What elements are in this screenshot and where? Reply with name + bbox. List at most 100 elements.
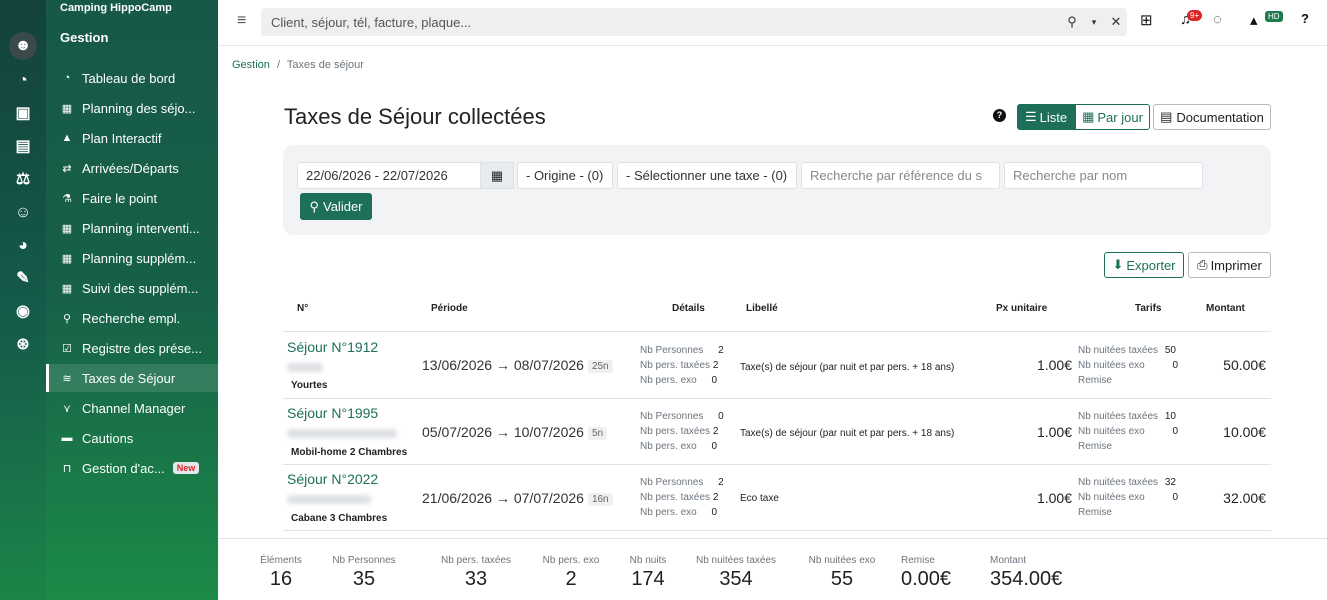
book-icon: ▤ (1160, 109, 1173, 124)
sidebar-section-title: Gestion (60, 30, 109, 45)
stay-period: 21/06/2026 → 07/07/2026 16n (422, 490, 613, 506)
money-icon: ≋ (62, 372, 72, 385)
row-amount: 10.00€ (1223, 424, 1266, 440)
sidebar-item-interactive-map[interactable]: ▲ Plan Interactif (46, 124, 218, 152)
blurred-client-name (287, 495, 371, 504)
chat-icon[interactable]: ◌ (1213, 11, 1222, 28)
breadcrumb-root-link[interactable]: Gestion (232, 59, 270, 71)
tax-select[interactable]: - Sélectionner une taxe - (0) (617, 162, 797, 189)
header-divider (283, 331, 1271, 332)
tax-label: Taxe(s) de séjour (par nuit et par pers.… (740, 362, 955, 373)
total-amount: Montant 354.00€ (990, 555, 1063, 590)
user-initials-badge[interactable]: HD (1265, 11, 1283, 22)
stay-link[interactable]: Séjour N°1995 (287, 405, 378, 421)
page-title: Taxes de Séjour collectées (284, 104, 546, 129)
rate-details: Nb nuitées taxées 50 Nb nuitées exo 0 Re… (1078, 345, 1179, 386)
total-taxed-nights: Nb nuitées taxées 354 (695, 555, 777, 590)
stay-link[interactable]: Séjour N°1912 (287, 339, 378, 355)
flask-icon: ⚗ (62, 192, 72, 205)
date-range-input[interactable]: 22/06/2026 - 22/07/2026 (297, 162, 481, 189)
balance-icon[interactable]: ⚖ (12, 169, 34, 191)
list-view-button[interactable]: ☰ Liste (1017, 104, 1075, 130)
search-icon[interactable]: ⚲ (1061, 14, 1083, 30)
clear-icon[interactable]: ✕ (1105, 14, 1127, 30)
search-icon: ⚲ (309, 198, 319, 214)
notification-badge: 9+ (1187, 10, 1203, 21)
lifebuoy-icon[interactable]: ⊛ (12, 334, 34, 356)
header-rates: Tarifs (1135, 303, 1162, 314)
sidebar-item-channel-manager[interactable]: ⋎ Channel Manager (46, 394, 218, 422)
print-button[interactable]: ⎙ Imprimer (1188, 252, 1271, 278)
sidebar-item-extras-planning[interactable]: ▦ Planning supplém... (46, 244, 218, 272)
sidebar-item-tourist-tax[interactable]: ≋ Taxes de Séjour (46, 364, 218, 392)
export-button[interactable]: ⬇ Exporter (1104, 252, 1184, 278)
sidebar-item-arrivals[interactable]: ⇄ Arrivées/Départs (46, 154, 218, 182)
sidebar-item-review[interactable]: ⚗ Faire le point (46, 184, 218, 212)
list-icon: ☰ (1024, 109, 1037, 124)
user-circle-icon[interactable]: ◉ (12, 301, 34, 323)
nights-badge: 16n (587, 492, 613, 506)
help-icon[interactable]: ? (1301, 11, 1309, 26)
accommodation-type: Mobil-home 2 Chambres (291, 447, 408, 458)
gauge-icon: ◔ (63, 72, 71, 84)
header-number: N° (297, 303, 309, 314)
origin-select[interactable]: - Origine - (0) (517, 162, 613, 189)
wrench-icon[interactable]: ✎ (12, 268, 34, 290)
name-search-input[interactable]: Recherche par nom (1004, 162, 1203, 189)
download-icon: ⬇ (1112, 257, 1124, 272)
sidebar-item-stay-planning[interactable]: ▦ Planning des séjo... (46, 94, 218, 122)
sidebar-item-deposits[interactable]: ▬ Cautions (46, 424, 218, 452)
hamburger-menu-icon[interactable]: ≡ (237, 12, 246, 30)
total-taxed-persons: Nb pers. taxées 33 (440, 555, 512, 590)
pie-chart-icon[interactable]: ◕ (12, 235, 34, 257)
arrows-icon: ⇄ (62, 162, 72, 175)
sidebar-item-extras-tracking[interactable]: ▦ Suivi des supplém... (46, 274, 218, 302)
filter-panel: 22/06/2026 - 22/07/2026 ▦ - Origine - (0… (283, 145, 1271, 235)
sidebar: Camping HippoCamp Gestion ◔ Tableau de bo… (46, 0, 218, 600)
row-divider (283, 464, 1271, 465)
stay-link[interactable]: Séjour N°2022 (287, 471, 378, 487)
cash-icon: ▬ (61, 432, 73, 444)
stay-details: Nb Personnes 2 Nb pers. taxées 2 Nb pers… (640, 345, 724, 386)
total-nights: Nb nuits 174 (629, 555, 667, 590)
total-elements: Éléments 16 (260, 555, 302, 590)
sidebar-item-intervention-planning[interactable]: ▦ Planning interventi... (46, 214, 218, 242)
store-icon[interactable]: ▤ (12, 136, 34, 158)
calendar-icon: ▦ (61, 282, 73, 295)
checkbox-icon: ☑ (62, 342, 72, 355)
user-icon[interactable]: ▴ (1250, 11, 1258, 29)
new-badge: New (172, 462, 200, 474)
hippo-logo-icon[interactable]: ☻ (9, 32, 37, 60)
chevron-down-icon[interactable]: ▾ (1083, 17, 1105, 28)
calendar-icon[interactable]: ▦ (480, 162, 514, 189)
validate-button[interactable]: ⚲ Valider (300, 193, 372, 220)
users-icon[interactable]: ☺ (12, 202, 34, 224)
stay-details: Nb Personnes 0 Nb pers. taxées 2 Nb pers… (640, 411, 724, 452)
documentation-button[interactable]: ▤ Documentation (1153, 104, 1271, 130)
header-amount: Montant (1206, 303, 1245, 314)
sidebar-item-dashboard[interactable]: ◔ Tableau de bord (46, 64, 218, 92)
row-divider (283, 398, 1271, 399)
header-label: Libellé (746, 303, 778, 314)
calendar-icon: ▦ (1082, 109, 1095, 124)
help-icon[interactable]: ? (993, 109, 1006, 122)
per-day-view-button[interactable]: ▦ Par jour (1075, 104, 1150, 130)
header-unit-price: Px unitaire (996, 303, 1048, 314)
calendar-icon: ▦ (61, 222, 73, 235)
sidebar-item-attendance-register[interactable]: ☑ Registre des prése... (46, 334, 218, 362)
sidebar-item-search-pitch[interactable]: ⚲ Recherche empl. (46, 304, 218, 332)
total-persons: Nb Personnes 35 (332, 555, 396, 590)
total-exempt-nights: Nb nuitées exo 55 (808, 555, 876, 590)
search-icon: ⚲ (62, 312, 72, 325)
top-bar: ≡ Client, séjour, tél, facture, plaque..… (218, 0, 1327, 46)
stay-period: 05/07/2026 → 10/07/2026 5n (422, 424, 608, 440)
grid-icon[interactable]: ⊞ (1140, 11, 1153, 29)
global-search-input[interactable]: Client, séjour, tél, facture, plaque... … (261, 8, 1127, 36)
header-details: Détails (672, 303, 705, 314)
icon-rail: ☻ ◔ ▣ ▤ ⚖ ☺ ◕ ✎ ◉ ⊛ (0, 0, 46, 600)
gauge-icon[interactable]: ◔ (12, 70, 34, 92)
briefcase-icon[interactable]: ▣ (12, 103, 34, 125)
reference-search-input[interactable]: Recherche par référence du s (801, 162, 1000, 189)
antenna-icon: ⋎ (62, 402, 72, 415)
sidebar-item-access-management[interactable]: ⊓ Gestion d'ac... New (46, 454, 218, 482)
